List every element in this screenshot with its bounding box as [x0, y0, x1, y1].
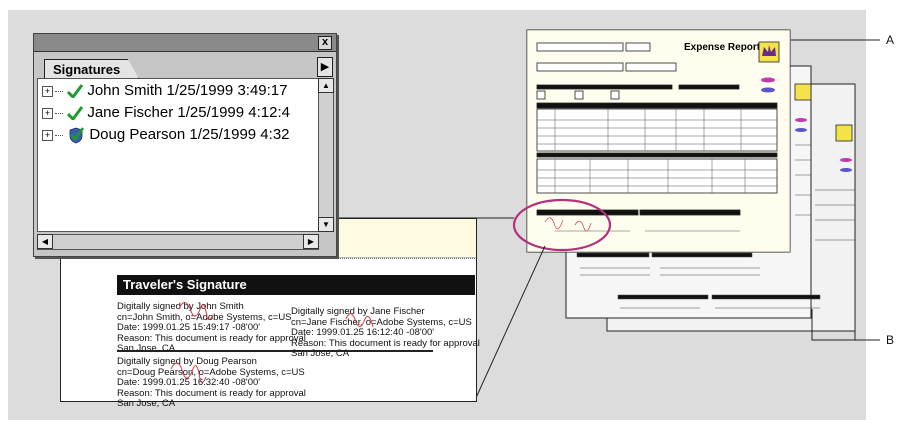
check-shield-icon: [69, 127, 85, 144]
palette-menu-button[interactable]: ▶: [317, 57, 333, 77]
close-icon[interactable]: x: [318, 36, 332, 50]
scroll-left-icon[interactable]: ◀: [37, 234, 53, 249]
callout-label-a: A: [886, 33, 895, 47]
tab-signatures[interactable]: Signatures: [44, 59, 140, 79]
vertical-scrollbar[interactable]: ▲ ▼: [318, 78, 334, 232]
expand-icon[interactable]: +: [42, 85, 53, 97]
check-icon: [67, 84, 84, 100]
scroll-up-icon[interactable]: ▲: [318, 78, 334, 93]
crown-logo-icon: [794, 83, 812, 101]
check-icon: [67, 106, 84, 122]
figure: Expense Report Traveler's Signature Digi…: [0, 0, 923, 430]
horizontal-scrollbar[interactable]: ◀ ▶: [37, 234, 319, 250]
crown-logo-icon: [835, 124, 853, 142]
list-item[interactable]: + John Smith 1/25/1999 3:49:17: [42, 82, 288, 104]
signature-scribble-jane: [345, 313, 374, 328]
expand-icon[interactable]: +: [42, 107, 53, 119]
stamp-icon: [761, 77, 775, 83]
signature-scribble-john: [178, 302, 214, 321]
form-title: Expense Report: [684, 42, 761, 53]
palette-titlebar[interactable]: x: [34, 34, 336, 52]
list-item[interactable]: + Doug Pearson 1/25/1999 4:32: [42, 126, 290, 148]
zoom-connector-bottom: [474, 245, 546, 401]
scroll-right-icon[interactable]: ▶: [303, 234, 319, 249]
stamp-icon: [761, 87, 775, 93]
signature-scribble-doug: [170, 362, 207, 383]
signatures-list: + John Smith 1/25/1999 3:49:17 + Jane Fi…: [37, 78, 319, 232]
expand-icon[interactable]: +: [42, 129, 53, 141]
callout-label-b: B: [886, 333, 895, 347]
scroll-down-icon[interactable]: ▼: [318, 217, 334, 232]
signatures-palette: x Signatures ▶ + John Smith 1/25/1999 3:…: [33, 33, 337, 257]
list-item[interactable]: + Jane Fischer 1/25/1999 4:12:4: [42, 104, 290, 126]
